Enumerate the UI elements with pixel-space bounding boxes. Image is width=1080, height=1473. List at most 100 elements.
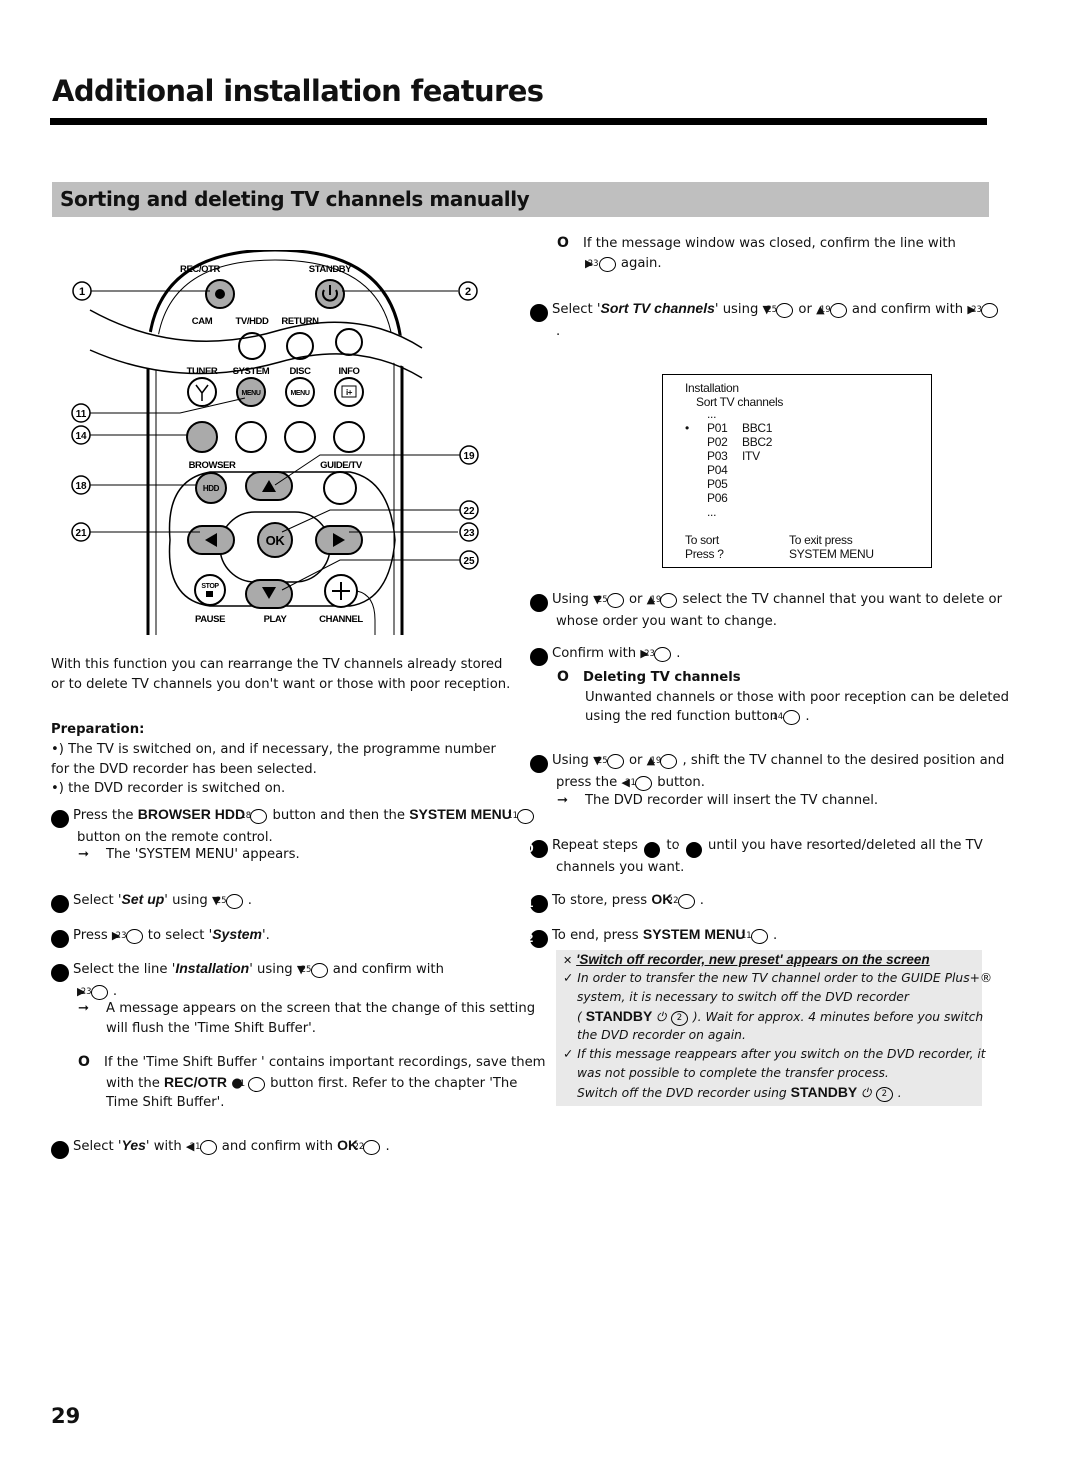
left-button[interactable] [187, 525, 235, 555]
ok-button[interactable]: OK [257, 522, 293, 558]
note-circle-icon: O [557, 669, 569, 685]
channel-plus-button[interactable] [324, 574, 358, 608]
stop-icon [206, 591, 213, 597]
stop-button[interactable]: STOP [194, 574, 226, 606]
step-3: 3 Press ▶ 23 to select 'System'. [43, 925, 537, 948]
callout-ref: 2 [875, 1087, 893, 1102]
callout-25: 25 [459, 550, 479, 570]
callout-21: 21 [71, 522, 91, 542]
channel-program-number: P04 [707, 463, 728, 477]
step-1: 1 Press the BROWSER HDD 18 button and the… [43, 805, 537, 848]
trouble-line-7: Switch off the DVD recorder using STANDB… [577, 1084, 902, 1102]
svg-text:11: 11 [76, 409, 87, 420]
step-ref-badge: 9 [677, 842, 702, 858]
callout-ref: 25 [766, 303, 794, 318]
footer-left-2: Press ? [685, 547, 724, 561]
callout-ref: 25 [597, 593, 624, 608]
step-number-badge: 4 [43, 964, 69, 982]
key-standby: STANDBY [790, 1084, 858, 1100]
channel-program-number: P06 [707, 491, 728, 505]
callout-11: 11 [71, 403, 91, 423]
right-button[interactable] [315, 525, 363, 555]
page-number: 29 [51, 1404, 81, 1428]
label-tuner: TUNER [187, 366, 218, 377]
svg-text:18: 18 [75, 481, 87, 492]
callout-23: 23 [459, 522, 479, 542]
red-function-button[interactable] [186, 421, 218, 453]
page-title: Additional installation features [52, 74, 544, 108]
disc-menu-button[interactable]: MENU [285, 377, 315, 407]
blue-function-button[interactable] [333, 421, 365, 453]
preparation-item-1: •) The TV is switched on, and if necessa… [51, 742, 496, 777]
intro-paragraph: With this function you can rearrange the… [51, 657, 511, 692]
tv-screen-sort-channels: Installation Sort TV channels ... • P01 B… [662, 374, 932, 568]
standby-button[interactable] [315, 279, 345, 309]
browser-hdd-button[interactable]: HDD [195, 472, 227, 504]
label-system: SYSTEM [233, 366, 270, 377]
callout-14: 14 [71, 425, 91, 445]
callout-ref: 14 [772, 710, 801, 725]
power-icon: ⏻ [656, 1010, 667, 1024]
arrow-right-icon: ➞ [78, 847, 90, 862]
callout-2: 2 [458, 281, 478, 301]
label-browser: BROWSER [189, 460, 236, 471]
key-standby: STANDBY [585, 1008, 653, 1024]
step-number-badge: 9 [522, 755, 548, 773]
channel-program-number: P01 [707, 421, 728, 435]
callout-ref: 23 [644, 647, 672, 662]
step-number-badge: 12 [518, 930, 548, 948]
rec-otr-button[interactable] [205, 279, 235, 309]
callout-ref: 22 [353, 1140, 381, 1155]
callout-ref: 19 [650, 754, 678, 769]
step-number-badge: 3 [43, 930, 69, 948]
callout-ref: 2 [670, 1011, 688, 1026]
label-cam: CAM [192, 316, 213, 327]
preparation-heading: Preparation: [51, 722, 145, 737]
svg-text:2: 2 [465, 286, 471, 298]
svg-text:21: 21 [75, 528, 87, 539]
trouble-heading: ✕ 'Switch off recorder, new preset' appe… [563, 952, 930, 967]
callout-ref: 23 [81, 985, 108, 1000]
key-system-menu: SYSTEM MENU [642, 926, 746, 942]
step-10: 10 Repeat steps 7 to 9 until you have res… [518, 838, 983, 875]
step-2: 2 Select 'Set up' using ▼ 25 . [43, 890, 537, 913]
step-9: 9 Using ▼ 25 or ▲ 19 , shift the TV chann… [522, 753, 1005, 791]
yellow-function-button[interactable] [284, 421, 316, 453]
step-4-result: ➞ A message appears on the screen that th… [78, 1001, 536, 1036]
system-menu-button[interactable]: MENU [236, 377, 266, 407]
arrow-right-icon: ➞ [557, 793, 569, 808]
step-6: 6 Select 'Sort TV channels' using ▼ 25 or… [522, 299, 1006, 342]
trouble-line-5: ✓ If this message reappears after you sw… [563, 1047, 986, 1061]
channel-name: ITV [742, 449, 760, 463]
step-ref-badge: 7 [636, 842, 661, 858]
tuner-button[interactable] [187, 377, 217, 407]
callout-ref: 25 [216, 894, 243, 909]
up-button[interactable] [245, 471, 293, 501]
callout-ref: 21 [625, 776, 653, 791]
footer-left-1: To sort [685, 533, 719, 547]
label-info: INFO [338, 366, 359, 377]
label-pause: PAUSE [195, 614, 225, 625]
label-rec-otr: REC/OTR [180, 264, 220, 275]
trouble-line-2: system, it is necessary to switch off th… [577, 990, 909, 1004]
info-button[interactable]: i+ [334, 377, 364, 407]
guide-tv-button[interactable] [323, 471, 357, 505]
label-tv-hdd: TV/HDD [236, 316, 270, 327]
trouble-line-1: ✓ In order to transfer the new TV channe… [563, 971, 993, 985]
ellipsis-top: ... [707, 407, 717, 421]
ellipsis-bottom: ... [707, 505, 717, 519]
channel-program-number: P05 [707, 477, 728, 491]
svg-text:14: 14 [75, 431, 87, 442]
step-4-note: O If the 'Time Shift Buffer ' contains im… [78, 1054, 546, 1110]
green-function-button[interactable] [235, 421, 267, 453]
note-message-window: O If the message window was closed, confi… [557, 235, 956, 272]
callout-ref: 19 [820, 303, 847, 318]
channel-program-number: P02 [707, 435, 728, 449]
down-button[interactable] [245, 579, 293, 609]
title-rule [50, 118, 987, 125]
label-channel: CHANNEL [319, 614, 363, 625]
info-icon: i+ [346, 388, 353, 397]
step-number-badge: 10 [518, 840, 548, 858]
selected-marker: • [685, 421, 689, 435]
ok-inner-label: OK [266, 533, 286, 548]
